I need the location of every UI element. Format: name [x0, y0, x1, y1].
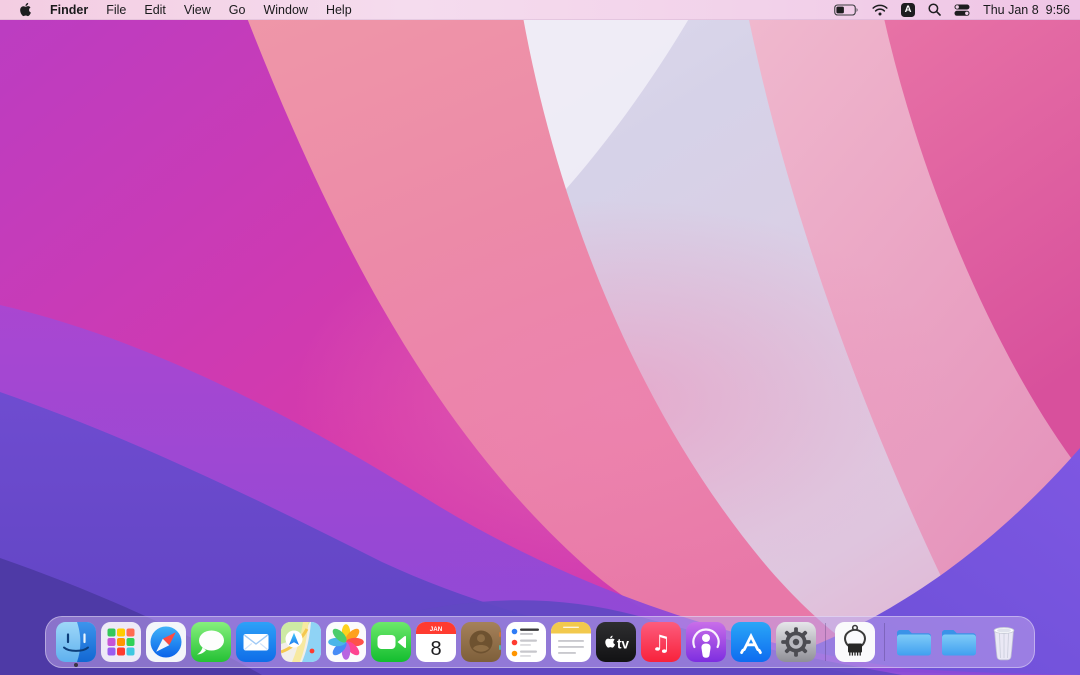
dock-item-finder[interactable] [55, 621, 97, 667]
messages-icon [191, 622, 231, 662]
calendar-icon: JAN 8 [416, 622, 456, 662]
system-preferences-icon [776, 622, 816, 662]
dock-item-maps[interactable] [280, 621, 322, 663]
menu-bar-left: Finder File Edit View Go Window Help [10, 2, 361, 17]
dock-item-messages[interactable] [190, 621, 232, 663]
menu-go[interactable]: Go [220, 3, 255, 17]
app-store-icon [731, 622, 771, 662]
dock-item-podcasts[interactable] [685, 621, 727, 663]
keyboard-input-icon[interactable]: A [901, 2, 916, 17]
mail-icon [236, 622, 276, 662]
dock-item-launchpad[interactable] [100, 621, 142, 663]
menu-bar-clock[interactable]: Thu Jan 8 9:56 [983, 3, 1070, 17]
menu-app-name[interactable]: Finder [41, 3, 97, 17]
dock-item-system-preferences[interactable] [775, 621, 817, 663]
dock-item-safari[interactable] [145, 621, 187, 663]
menu-window[interactable]: Window [254, 3, 316, 17]
folder-icon [897, 630, 931, 656]
contacts-icon [461, 622, 501, 662]
menu-bar: Finder File Edit View Go Window Help A T… [0, 0, 1080, 20]
podcasts-icon [686, 622, 726, 662]
dock-item-music[interactable]: ♫ [640, 621, 682, 663]
finder-running-indicator [74, 663, 78, 667]
dock-item-apple-tv[interactable]: tv [595, 621, 637, 663]
music-note-glyph: ♫ [651, 632, 671, 657]
dock-item-chip-utility[interactable] [834, 621, 876, 663]
music-icon: ♫ [641, 622, 681, 662]
facetime-icon [371, 622, 411, 662]
dock-separator [825, 623, 826, 661]
dock-item-reminders[interactable] [505, 621, 547, 663]
safari-icon [146, 622, 186, 662]
dock-item-notes[interactable] [550, 621, 592, 663]
dock-item-trash[interactable] [983, 621, 1025, 663]
photos-icon [326, 622, 366, 662]
dock-item-app-store[interactable] [730, 621, 772, 663]
dock-item-folder-2[interactable] [938, 621, 980, 663]
maps-icon [281, 622, 321, 662]
wallpaper-waves-graphic [0, 0, 1080, 675]
dock-item-contacts[interactable] [460, 621, 502, 663]
dock-item-folder-1[interactable] [893, 621, 935, 663]
apple-tv-icon: tv [596, 622, 636, 662]
menu-file[interactable]: File [97, 3, 135, 17]
spotlight-search-icon[interactable] [928, 3, 941, 16]
apple-logo-icon [20, 2, 31, 17]
apple-menu[interactable] [10, 2, 41, 17]
reminders-icon [506, 622, 546, 662]
clock-time: 9:56 [1045, 2, 1070, 17]
folder-icon [942, 630, 976, 656]
dock-item-facetime[interactable] [370, 621, 412, 663]
dock-item-mail[interactable] [235, 621, 277, 663]
chip-extractor-icon [835, 622, 875, 662]
battery-icon[interactable] [834, 3, 859, 16]
desktop-wallpaper [0, 0, 1080, 675]
apple-tv-label: tv [617, 637, 629, 652]
notes-icon [551, 622, 591, 662]
dock-separator [884, 623, 885, 661]
control-center-icon[interactable] [954, 4, 970, 16]
calendar-day-label: 8 [430, 638, 441, 660]
calendar-month-label: JAN [430, 626, 443, 633]
trash-icon [993, 627, 1015, 661]
wifi-icon[interactable] [872, 4, 888, 16]
launchpad-icon [101, 622, 141, 662]
dock-item-calendar[interactable]: JAN 8 [415, 621, 457, 663]
macos-desktop: Finder File Edit View Go Window Help A T… [0, 0, 1080, 675]
menu-edit[interactable]: Edit [135, 3, 175, 17]
dock-item-photos[interactable] [325, 621, 367, 663]
dock: JAN 8 tv ♫ [45, 616, 1035, 668]
menu-view[interactable]: View [175, 3, 220, 17]
menu-bar-status-area: A Thu Jan 8 9:56 [834, 2, 1070, 17]
finder-icon [56, 622, 96, 662]
menu-help[interactable]: Help [317, 3, 361, 17]
clock-date: Thu Jan 8 [983, 2, 1039, 17]
